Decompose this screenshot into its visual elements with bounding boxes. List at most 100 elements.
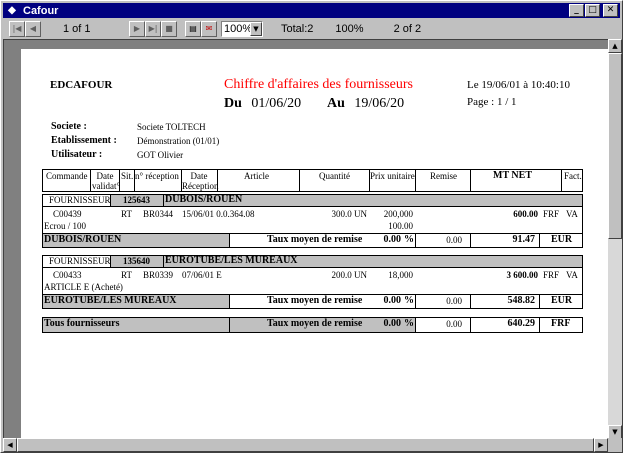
total-name: EUROTUBE/LES MUREAUX [44, 295, 177, 306]
du-label: Du [224, 96, 242, 111]
first-page-button[interactable]: |◀ [9, 20, 25, 37]
scroll-left-button[interactable]: ◀ [3, 438, 17, 452]
fournisseur-label: FOURNISSEUR [49, 256, 111, 266]
next-page-button[interactable]: ▶ [129, 20, 145, 37]
close-button[interactable]: ✕ [603, 4, 618, 17]
scroll-down-button[interactable]: ▼ [608, 425, 622, 439]
du-value: 01/06/20 [251, 96, 302, 111]
supplier-total-1: DUBOIS/ROUEN Taux moyen de remise 0.00 %… [42, 233, 583, 248]
print-button[interactable]: ▤ [185, 20, 201, 37]
line-commande: C00439 [53, 209, 82, 219]
line-quantite: 200.0 UN [331, 270, 368, 280]
supplier-header-2: FOURNISSEUR 135640 EUROTUBE/LES MUREAUX [42, 255, 583, 268]
maximize-button[interactable]: □ [585, 4, 600, 17]
line-prix: 200,000 [383, 209, 413, 219]
taux-pct: % [404, 234, 414, 245]
last-page-button[interactable]: ▶| [145, 20, 161, 37]
supplier-name: EUROTUBE/LES MUREAUX [165, 255, 298, 266]
print-icon: ▤ [189, 24, 197, 33]
col-prix: Prix unitaire [370, 171, 415, 181]
percent-done: 100% [335, 22, 364, 35]
taux-pct: % [404, 295, 414, 306]
au-value: 19/06/20 [354, 96, 405, 111]
stop-icon: ■ [165, 24, 173, 33]
horizontal-scroll-thumb[interactable] [17, 438, 594, 452]
report-title: Chiffre d'affaires des fournisseurs [224, 77, 414, 92]
grand-total-name: Tous fournisseurs [44, 318, 120, 329]
line-fact: VA [566, 270, 578, 280]
utilisateur-label: Utilisateur : [51, 149, 103, 160]
line-mtnet: 3 600.00 [506, 270, 539, 280]
first-page-icon: |◀ [12, 24, 22, 33]
grand-mtnet: 640.29 [507, 318, 536, 329]
scroll-up-button[interactable]: ▲ [608, 39, 622, 53]
societe-value: Societe TOLTECH [137, 122, 206, 132]
toolbar: |◀ ◀ 1 of 1 ▶ ▶| ■ ▤ ✉ 100% ▼ Total:2 10… [3, 19, 620, 38]
total-mtnet: 548.82 [507, 295, 536, 306]
title-bar[interactable]: ◆ Cafour _ □ ✕ [3, 3, 620, 18]
col-commande: Commande [46, 171, 88, 181]
taux-label: Taux moyen de remise [267, 234, 363, 245]
line-sit: RT [121, 270, 132, 280]
export-icon: ✉ [205, 24, 213, 33]
supplier-name: DUBOIS/ROUEN [165, 194, 243, 205]
last-page-icon: ▶| [148, 24, 158, 33]
next-page-icon: ▶ [133, 24, 141, 33]
col-date-reception: Date Réception [182, 171, 219, 191]
stop-button[interactable]: ■ [161, 20, 177, 37]
report-page: EDCAFOUR Chiffre d'affaires des fourniss… [21, 49, 608, 439]
grand-taux-label: Taux moyen de remise [267, 318, 363, 329]
grand-taux-pct: % [404, 318, 414, 329]
total-devise: EUR [551, 234, 573, 245]
window-title: Cafour [23, 4, 59, 17]
total-mtnet: 91.47 [512, 234, 536, 245]
line-desc: ARTICLE E (Acheté) [44, 282, 123, 292]
total-name: DUBOIS/ROUEN [44, 234, 122, 245]
col-reception: n° réception [135, 171, 179, 181]
taux-label: Taux moyen de remise [267, 295, 363, 306]
line-reception: BR0344 [143, 209, 174, 219]
scroll-right-button[interactable]: ▶ [594, 438, 608, 452]
line-mtnet: 600.00 [513, 209, 538, 219]
supplier-code: 135640 [123, 256, 150, 266]
col-sit: Sit. [121, 171, 134, 181]
arrow-up-icon: ▲ [612, 42, 618, 50]
zoom-value: 100% [224, 22, 253, 35]
col-article: Article [244, 171, 269, 181]
grand-devise: FRF [551, 318, 571, 329]
vertical-scroll-thumb[interactable] [608, 53, 622, 239]
supplier-total-2: EUROTUBE/LES MUREAUX Taux moyen de remis… [42, 294, 583, 309]
taux-value: 0.00 [383, 295, 402, 306]
page-indicator: 1 of 1 [63, 22, 91, 35]
total-remise: 0.00 [446, 235, 462, 245]
grand-remise: 0.00 [446, 319, 462, 329]
record-count: 2 of 2 [393, 22, 422, 35]
total-remise: 0.00 [446, 296, 462, 306]
prev-page-icon: ◀ [29, 24, 37, 33]
table-row: C00433 RT BR0339 07/06/01 E 200.0 UN 18,… [42, 268, 583, 296]
line-sit: RT [121, 209, 132, 219]
line-date-article: 15/06/01 0.0.364.08 [182, 209, 255, 219]
vertical-scrollbar[interactable]: ▲ ▼ [608, 39, 622, 439]
prev-page-button[interactable]: ◀ [25, 20, 41, 37]
zoom-select[interactable]: 100% ▼ [221, 20, 263, 37]
minimize-button[interactable]: _ [569, 4, 584, 17]
arrow-left-icon: ◀ [7, 441, 13, 449]
col-date-validat: Date validat° [92, 171, 121, 191]
report-viewport[interactable]: EDCAFOUR Chiffre d'affaires des fourniss… [3, 39, 608, 439]
chevron-down-icon[interactable]: ▼ [250, 21, 262, 36]
horizontal-scrollbar[interactable]: ◀ ▶ [3, 438, 608, 452]
col-quantite: Quantité [319, 171, 350, 181]
line-prix: 18,000 [388, 270, 413, 280]
report-window: ◆ Cafour _ □ ✕ |◀ ◀ 1 of 1 ▶ ▶| ■ ▤ ✉ 10… [0, 0, 623, 453]
export-button[interactable]: ✉ [201, 20, 217, 37]
line-desc: Ecrou / 100 [44, 221, 86, 231]
au-label: Au [327, 96, 345, 111]
table-header: Commande Date validat° Sit. n° réception… [42, 169, 583, 192]
line-prix2: 100.00 [388, 221, 413, 231]
arrow-down-icon: ▼ [612, 428, 618, 436]
utilisateur-value: GOT Olivier [137, 150, 184, 160]
line-fact: VA [566, 209, 578, 219]
etablissement-label: Etablissement : [51, 135, 117, 146]
arrow-right-icon: ▶ [598, 441, 604, 449]
